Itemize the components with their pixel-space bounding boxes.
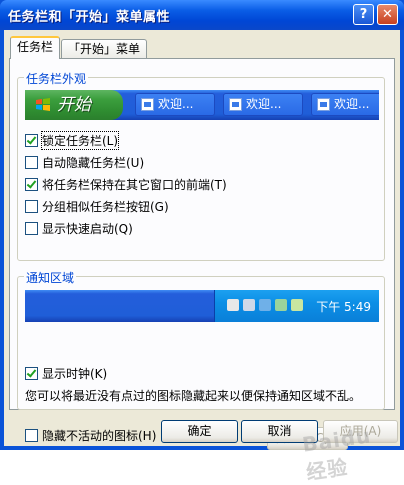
task-button-label: 欢迎... [246,97,282,111]
keep-on-top-checkbox[interactable] [25,177,38,191]
volume-icon [227,299,239,311]
group-buttons-label: 分组相似任务栏按钮(G) [42,199,169,214]
tray-clock: 下午 5:49 [316,300,371,314]
notification-description: 您可以将最近没有点过的图标隐藏起来以便保持通知区域不乱。 [25,389,362,403]
window-icon [317,98,330,111]
lock-taskbar-checkbox[interactable] [25,133,38,147]
keep-on-top-label: 将任务栏保持在其它窗口的前端(T) [42,177,227,192]
task-button-preview: 欢迎... [311,93,379,116]
tab-panel: 任务栏外观 开始 欢迎... 欢迎... 欢迎... 锁定任务栏(L) 自动隐藏… [9,58,395,450]
window-icon [229,98,242,111]
quick-launch-option[interactable]: 显示快速启动(Q) [25,220,133,236]
lock-taskbar-label: 锁定任务栏(L) [40,130,120,150]
hide-inactive-option[interactable]: 隐藏不活动的图标(H) [25,427,156,443]
ok-button[interactable]: 确定 [161,420,238,443]
keep-on-top-option[interactable]: 将任务栏保持在其它窗口的前端(T) [25,176,227,192]
taskbar-appearance-label: 任务栏外观 [24,70,89,87]
notification-tray-preview: 下午 5:49 [25,290,379,322]
notification-area-label: 通知区域 [24,269,77,286]
hide-inactive-label: 隐藏不活动的图标(H) [42,428,157,443]
notification-area-group: 通知区域 下午 5:49 显示时钟(K) 您可以将最近没有点过的图标隐藏起来以便… [17,269,385,443]
show-clock-option[interactable]: 显示时钟(K) [25,365,107,381]
lock-taskbar-option[interactable]: 锁定任务栏(L) [25,130,120,150]
help-icon: ? [359,7,368,22]
window-title: 任务栏和「开始」菜单属性 [8,10,171,25]
tab-taskbar[interactable]: 任务栏 [10,36,61,59]
start-label: 开始 [57,95,91,115]
taskbar-appearance-group: 任务栏外观 开始 欢迎... 欢迎... 欢迎... 锁定任务栏(L) 自动隐藏… [17,70,385,261]
task-button-label: 欢迎... [334,97,370,111]
monitor-icon [259,299,271,311]
windows-logo-icon [36,98,50,111]
help-button[interactable]: ? [353,4,374,25]
system-tray: 下午 5:49 [214,290,379,322]
hide-inactive-checkbox[interactable] [25,428,38,442]
auto-hide-label: 自动隐藏任务栏(U) [42,155,145,170]
quick-launch-checkbox[interactable] [25,221,38,235]
task-button-preview: 欢迎... [223,93,303,116]
start-button-preview: 开始 [25,90,123,120]
show-clock-checkbox[interactable] [25,366,38,380]
auto-hide-checkbox[interactable] [25,155,38,169]
shield-icon [291,299,303,311]
network-icon [243,299,255,311]
dialog-client-area: 任务栏 「开始」菜单 任务栏外观 开始 欢迎... 欢迎... 欢迎... 锁定… [4,30,400,484]
title-bar[interactable]: 任务栏和「开始」菜单属性 ? ✕ [0,0,404,30]
properties-window: 任务栏和「开始」菜单属性 ? ✕ 任务栏 「开始」菜单 任务栏外观 开始 欢迎.… [0,0,404,484]
show-clock-label: 显示时钟(K) [42,366,108,381]
device-icon [275,299,287,311]
auto-hide-option[interactable]: 自动隐藏任务栏(U) [25,154,144,170]
group-buttons-option[interactable]: 分组相似任务栏按钮(G) [25,198,169,214]
taskbar-preview: 开始 欢迎... 欢迎... 欢迎... [25,90,379,120]
tab-start-menu[interactable]: 「开始」菜单 [61,39,148,59]
quick-launch-label: 显示快速启动(Q) [42,221,133,236]
task-button-preview: 欢迎... [135,93,215,116]
close-icon: ✕ [382,7,393,22]
window-icon [141,98,154,111]
task-button-label: 欢迎... [158,97,194,111]
group-buttons-checkbox[interactable] [25,199,38,213]
close-button[interactable]: ✕ [377,4,398,25]
